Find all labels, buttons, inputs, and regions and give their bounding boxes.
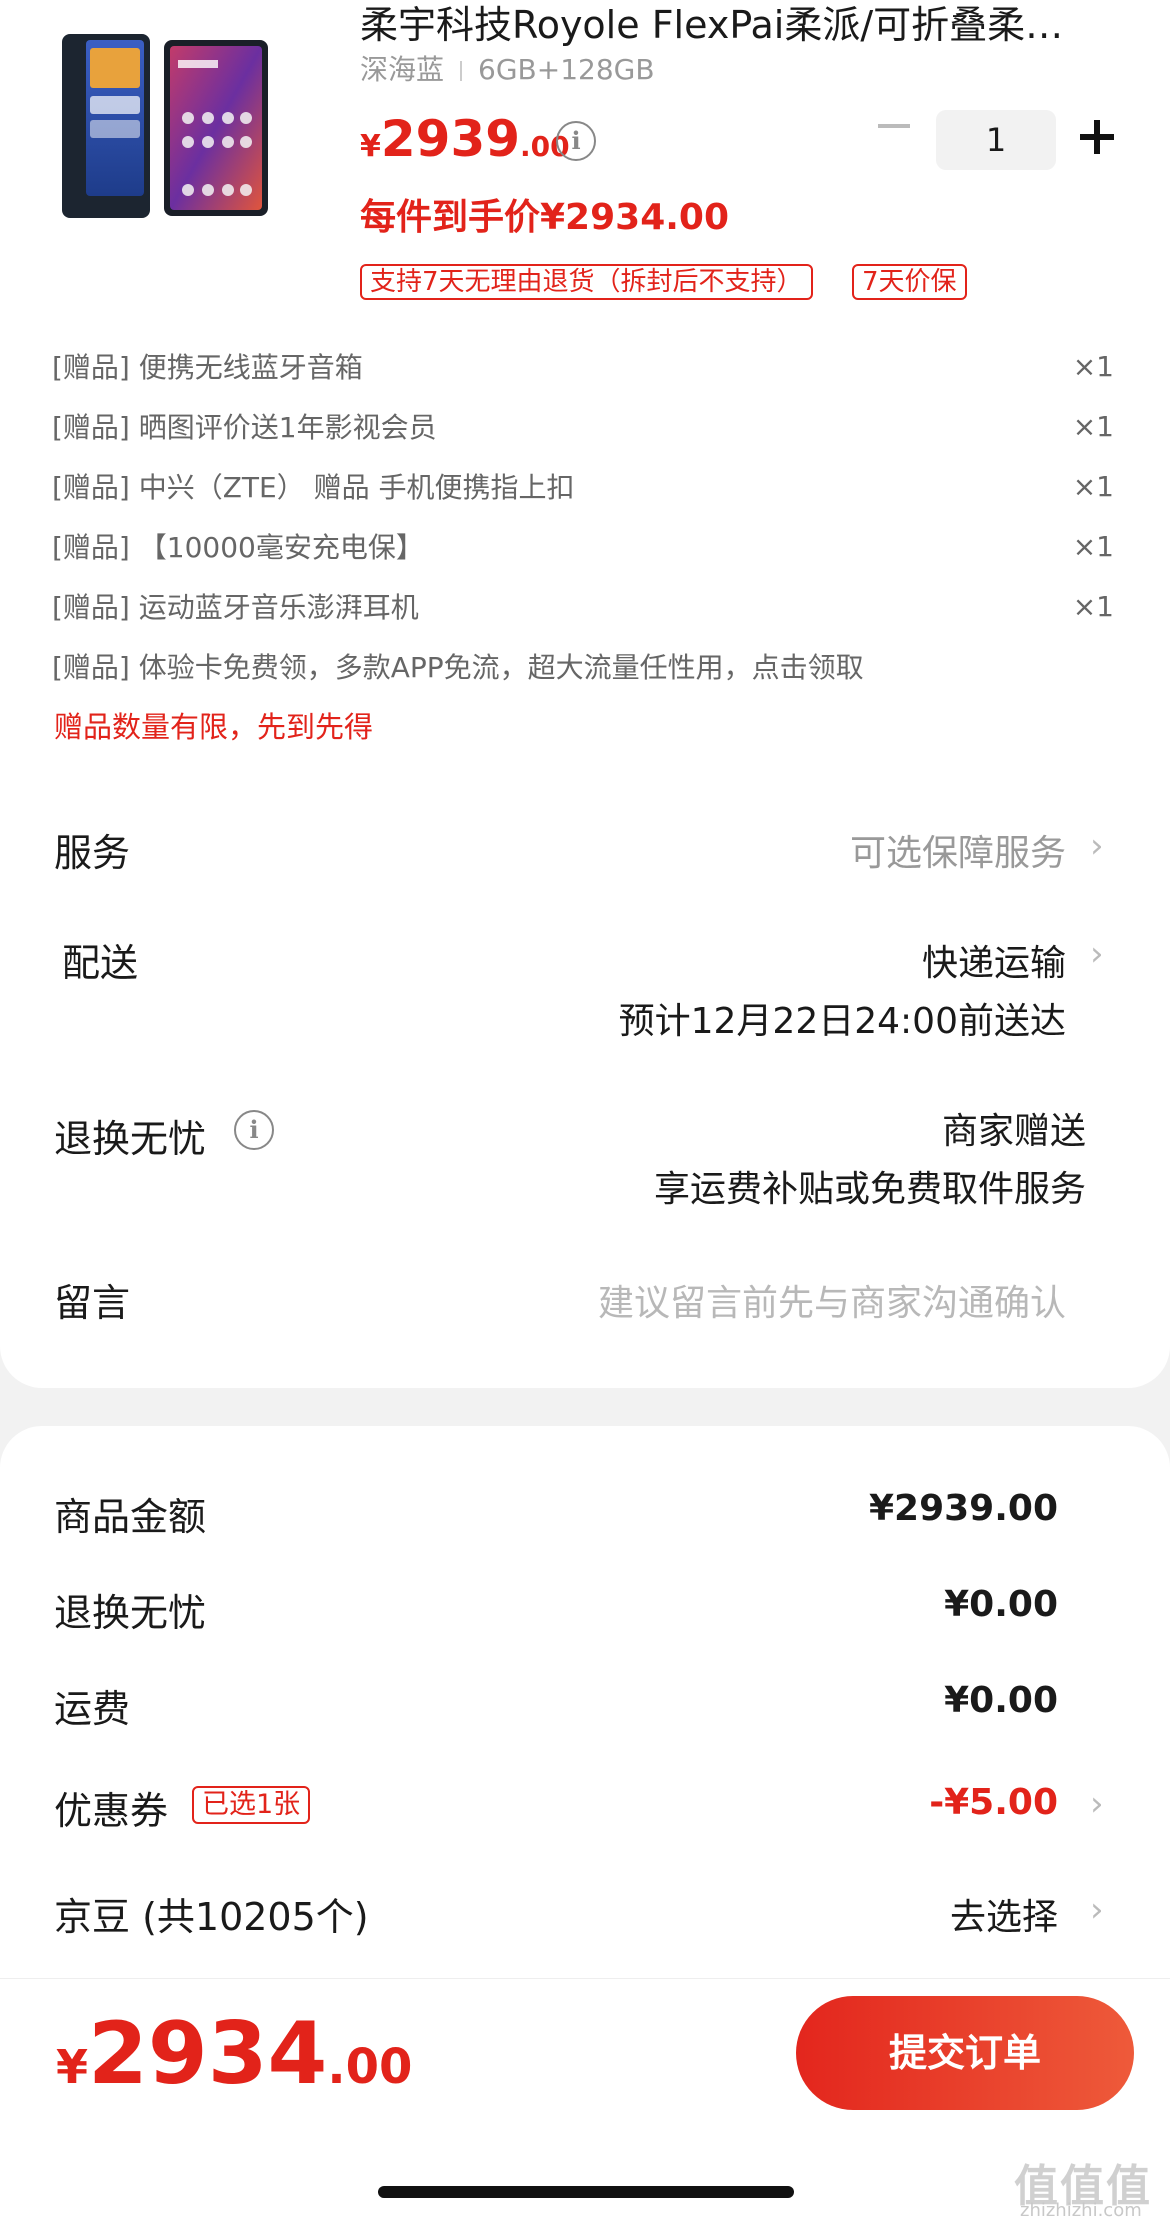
gift-qty: ×1 — [1072, 530, 1114, 563]
gift-label: [赠品] 晒图评价送1年影视会员 — [52, 411, 437, 444]
gift-label: [赠品] 体验卡免费领，多款APP免流，超大流量任性用，点击领取 — [52, 651, 864, 684]
total-currency: ¥ — [56, 2040, 89, 2094]
price-integer: 2939 — [380, 110, 521, 168]
freight-value: ¥0.00 — [944, 1680, 1058, 1721]
worry-free-fee-value: ¥0.00 — [944, 1584, 1058, 1625]
worry-free-line2: 享运费补贴或免费取件服务 — [653, 1169, 1086, 1210]
gift-item: [赠品] 中兴（ZTE） 赠品 手机便携指上扣 ×1 — [52, 466, 1122, 526]
price-currency: ¥ — [360, 129, 381, 164]
gift-label: [赠品] 运动蓝牙音乐澎湃耳机 — [52, 591, 419, 624]
delivery-method[interactable]: 快递运输 — [922, 934, 1066, 986]
final-price: 每件到手价¥2934.00 — [360, 197, 730, 238]
gift-item: [赠品] 【10000毫安充电保】 ×1 — [52, 526, 1122, 586]
variant-divider — [460, 61, 463, 81]
coupon-value[interactable]: -¥5.00 — [929, 1782, 1058, 1823]
gift-note: 赠品数量有限，先到先得 — [54, 710, 374, 744]
price-info-icon[interactable]: i — [556, 121, 596, 161]
service-value[interactable]: 可选保障服务 — [850, 824, 1066, 876]
gift-qty: ×1 — [1072, 590, 1114, 623]
order-page: 柔宇科技Royole FlexPai柔派/可折叠柔… 深海蓝 6GB+128GB … — [0, 0, 1170, 2229]
coupon-label: 优惠券 — [54, 1789, 169, 1833]
unit-price: ¥2939.00 — [360, 110, 570, 168]
message-label: 留言 — [54, 1281, 131, 1325]
product-title[interactable]: 柔宇科技Royole FlexPai柔派/可折叠柔… — [360, 0, 1120, 49]
delivery-eta: 预计12月22日24:00前送达 — [618, 1001, 1066, 1042]
total-decimal: .00 — [327, 2039, 413, 2095]
gift-qty: ×1 — [1072, 470, 1114, 503]
price-protect-tag: 7天价保 — [852, 264, 967, 300]
quantity-plus-button[interactable] — [1080, 120, 1114, 154]
gift-qty: ×1 — [1072, 410, 1114, 443]
product-image[interactable] — [56, 26, 326, 226]
product-variant: 深海蓝 6GB+128GB — [360, 48, 655, 88]
goods-amount-label: 商品金额 — [54, 1495, 207, 1539]
product-spec: 6GB+128GB — [478, 53, 655, 86]
product-color: 深海蓝 — [360, 53, 445, 86]
return-policy-tag: 支持7天无理由退货（拆封后不支持） — [360, 264, 813, 300]
service-label: 服务 — [54, 831, 131, 875]
total-price: ¥2934.00 — [56, 2004, 412, 2104]
gift-label: [赠品] 【10000毫安充电保】 — [52, 531, 424, 564]
quantity-field[interactable]: 1 — [936, 110, 1056, 170]
goods-amount-value: ¥2939.00 — [868, 1488, 1058, 1529]
gift-item: [赠品] 晒图评价送1年影视会员 ×1 — [52, 406, 1122, 466]
gift-item: [赠品] 运动蓝牙音乐澎湃耳机 ×1 — [52, 586, 1122, 646]
watermark-url: zhizhizhi.com — [1020, 2200, 1142, 2221]
freight-label: 运费 — [54, 1687, 131, 1731]
submit-order-button[interactable]: 提交订单 — [796, 1996, 1134, 2110]
gift-qty: ×1 — [1072, 350, 1114, 383]
message-input[interactable]: 建议留言前先与商家沟通确认 — [598, 1274, 1066, 1326]
chevron-right-icon[interactable]: › — [1090, 1784, 1104, 1824]
total-integer: 2934 — [88, 2004, 328, 2104]
gift-label: [赠品] 便携无线蓝牙音箱 — [52, 351, 363, 384]
gift-item: [赠品] 便携无线蓝牙音箱 ×1 — [52, 346, 1122, 406]
coupon-badge: 已选1张 — [192, 1786, 311, 1824]
chevron-right-icon[interactable]: › — [1090, 934, 1104, 974]
gift-label: [赠品] 中兴（ZTE） 赠品 手机便携指上扣 — [52, 471, 575, 504]
worry-free-label: 退换无忧 — [54, 1117, 207, 1161]
worry-free-line1: 商家赠送 — [941, 1111, 1086, 1152]
jd-beans-label: 京豆 (共10205个) — [54, 1895, 369, 1939]
chevron-right-icon[interactable]: › — [1090, 1890, 1104, 1930]
worry-free-fee-label: 退换无忧 — [54, 1591, 207, 1635]
jd-beans-value[interactable]: 去选择 — [950, 1888, 1058, 1940]
gift-item-promo-link[interactable]: [赠品] 体验卡免费领，多款APP免流，超大流量任性用，点击领取 — [52, 646, 1122, 706]
home-indicator[interactable] — [378, 2186, 794, 2198]
worry-free-info-icon[interactable]: i — [234, 1110, 274, 1150]
quantity-minus-button[interactable] — [878, 124, 910, 128]
delivery-label: 配送 — [62, 941, 139, 985]
chevron-right-icon[interactable]: › — [1090, 826, 1104, 866]
